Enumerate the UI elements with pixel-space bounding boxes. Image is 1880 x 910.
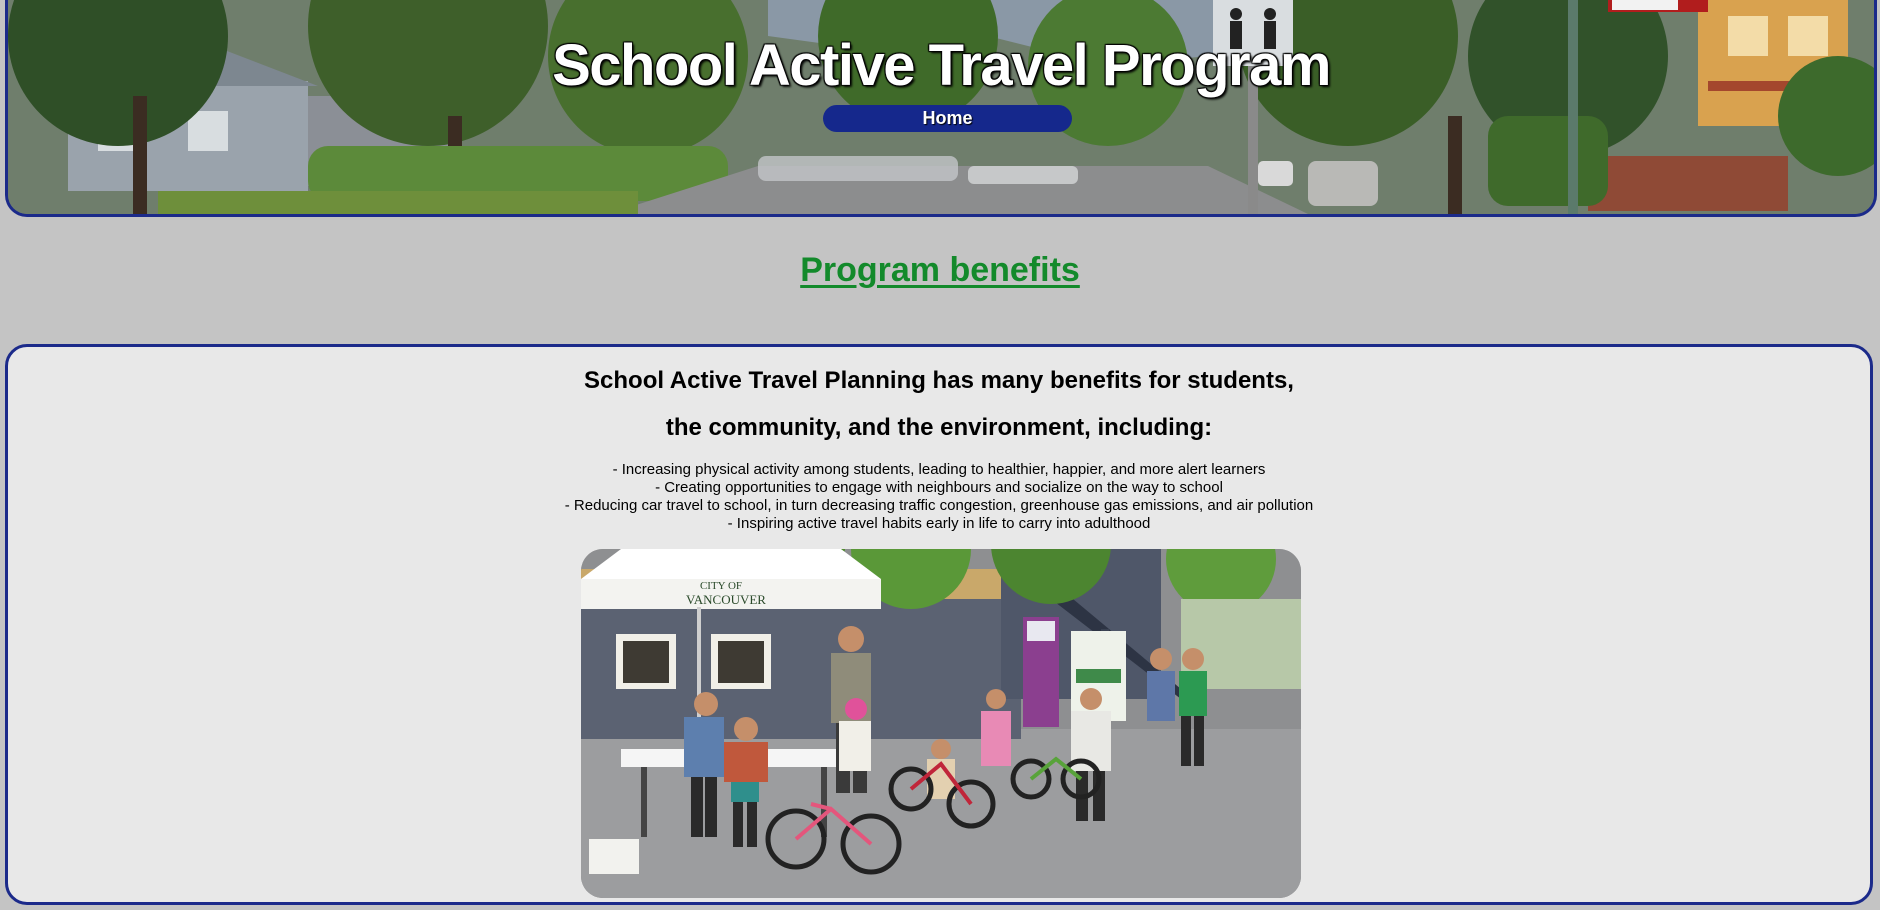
benefit-item: - Increasing physical activity among stu… — [612, 461, 1266, 478]
benefit-item: - Reducing car travel to school, in turn… — [564, 497, 1314, 514]
intro-line-2: the community, and the environment, incl… — [665, 414, 1213, 441]
intro-line-1: School Active Travel Planning has many b… — [584, 367, 1294, 394]
bike-event-photo: CITY OF VANCOUVER — [581, 549, 1301, 898]
home-nav-button[interactable]: Home — [823, 105, 1072, 132]
tent-text-line-2: VANCOUVER — [686, 592, 766, 607]
tent-text-line-1: CITY OF — [700, 580, 742, 592]
program-benefits-heading[interactable]: Program benefits — [0, 251, 1880, 290]
benefit-item: - Inspiring active travel habits early i… — [727, 515, 1151, 532]
site-title: School Active Travel Program — [552, 33, 1331, 98]
header-banner: School Active Travel Program Home — [5, 0, 1877, 217]
benefits-card: School Active Travel Planning has many b… — [5, 344, 1873, 905]
bike-event-illustration: CITY OF VANCOUVER — [581, 549, 1301, 898]
benefit-item: - Creating opportunities to engage with … — [655, 479, 1223, 496]
benefits-list: - Increasing physical activity among stu… — [8, 461, 1870, 533]
